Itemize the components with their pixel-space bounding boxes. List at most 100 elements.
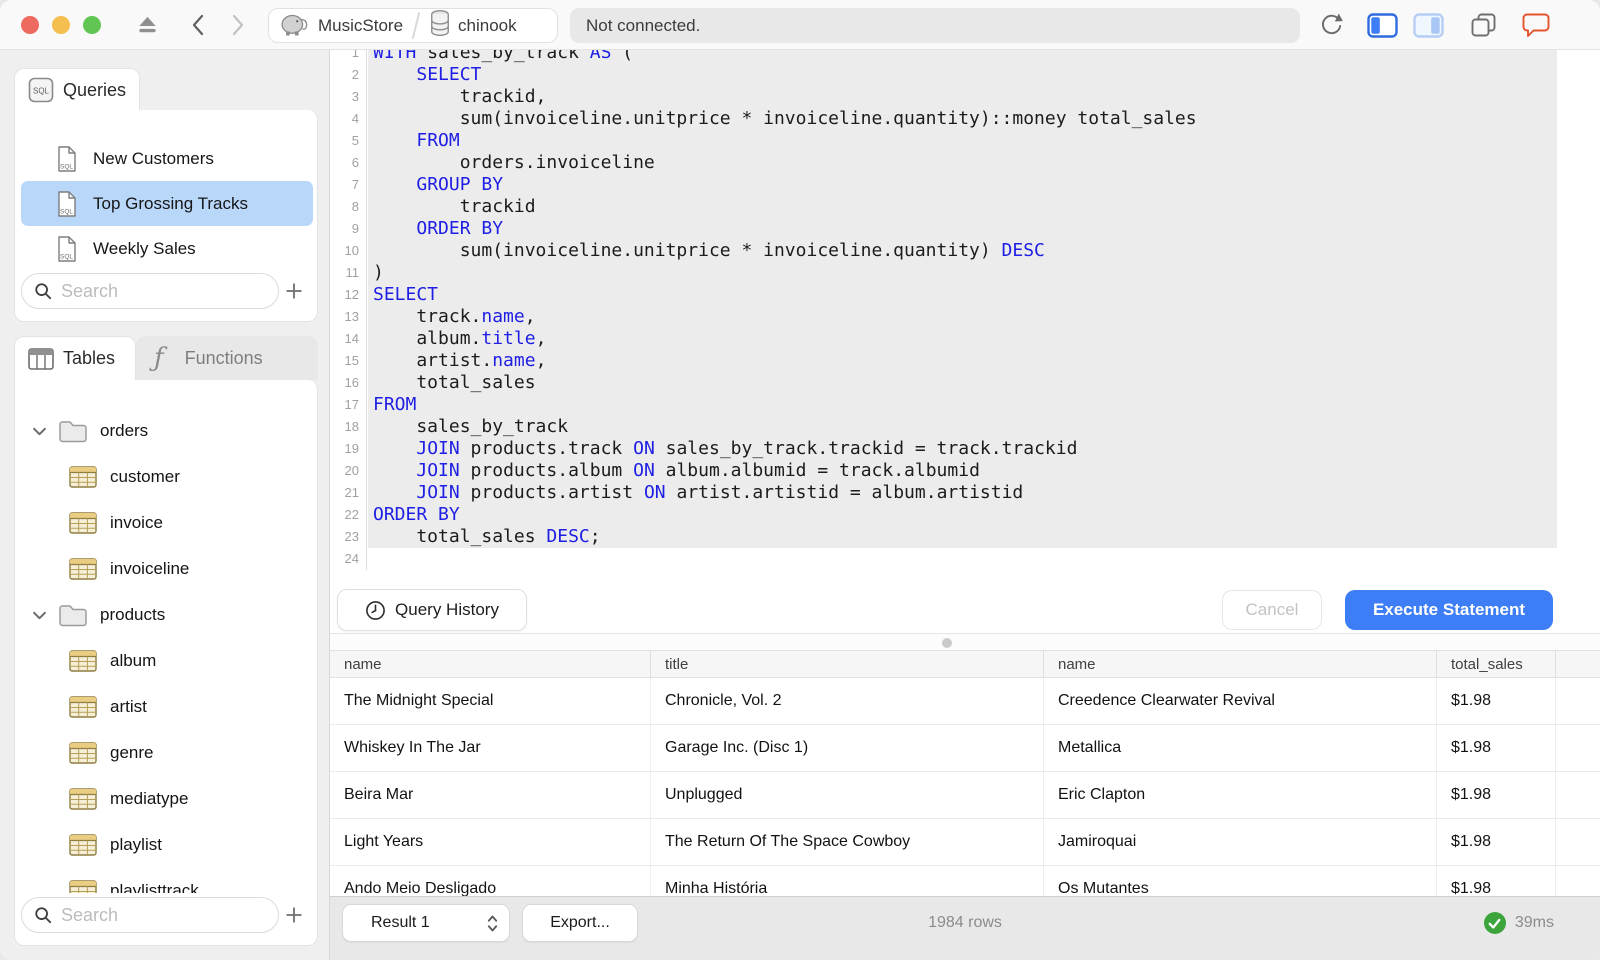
query-history-button[interactable]: Query History: [337, 589, 527, 631]
result-selector[interactable]: Result 1: [342, 904, 510, 942]
table-row[interactable]: Whiskey In The Jar Garage Inc. (Disc 1) Me…: [330, 725, 1600, 772]
clock-icon: [366, 600, 385, 620]
table-cell: The Midnight Special: [330, 678, 651, 724]
toggle-left-sidebar-button[interactable]: [1366, 0, 1398, 50]
results-statusbar: 1984 rows Result 1 Export... 39ms: [330, 896, 1600, 960]
back-button[interactable]: [186, 0, 210, 50]
schema-folder-row[interactable]: orders: [15, 408, 317, 454]
table-icon: [69, 696, 97, 718]
table-cell: Beira Mar: [330, 772, 651, 818]
sql-badge-icon: SQL: [28, 77, 54, 103]
table-cell: Garage Inc. (Disc 1): [651, 725, 1044, 771]
query-list-item[interactable]: SQL Top Grossing Tracks: [21, 181, 313, 226]
table-cell: Minha História: [651, 866, 1044, 896]
query-list-item[interactable]: SQL New Customers: [21, 136, 313, 181]
cancel-label: Cancel: [1245, 600, 1299, 619]
results-column-header[interactable]: [1556, 651, 1600, 677]
schema-table-row[interactable]: customer: [15, 454, 317, 500]
results-table: The Midnight Special Chronicle, Vol. 2 Cre…: [330, 678, 1600, 896]
tab-functions[interactable]: ƒ Functions: [136, 336, 318, 380]
table-icon: [69, 512, 97, 534]
table-cell: Light Years: [330, 819, 651, 865]
svg-text:SQL: SQL: [33, 87, 50, 96]
tab-tables[interactable]: Tables: [14, 336, 136, 380]
sql-editor[interactable]: 1 2 3 4 5 6 7 8 9 10 11 12 13 14 15 16 17 18 19 20 21 22 23 24 …: [330, 0, 1600, 585]
eject-icon[interactable]: [134, 0, 160, 50]
tab-queries[interactable]: SQL Queries: [14, 68, 140, 111]
results-column-header[interactable]: title: [651, 651, 1044, 677]
schema-search-input[interactable]: Search: [21, 897, 279, 933]
schema-folder-row[interactable]: products: [15, 592, 317, 638]
duration-label: 39ms: [1514, 914, 1554, 931]
schema-table-row[interactable]: playlist: [15, 822, 317, 868]
result-selector-label: Result 1: [371, 914, 430, 931]
table-row[interactable]: Ando Meio Desligado Minha História Os Muta…: [330, 866, 1600, 896]
svg-text:SQL: SQL: [60, 163, 73, 170]
results-column-header[interactable]: total_sales: [1437, 651, 1556, 677]
breadcrumb-database[interactable]: chinook: [429, 9, 517, 42]
table-row[interactable]: Beira Mar Unplugged Eric Clapton $1.98: [330, 772, 1600, 819]
table-cell: $1.98: [1437, 866, 1556, 896]
sql-file-icon: SQL: [58, 145, 76, 172]
svg-text:SQL: SQL: [60, 208, 73, 215]
table-cell: Creedence Clearwater Revival: [1044, 678, 1437, 724]
toggle-right-sidebar-button[interactable]: [1412, 0, 1444, 50]
windows-button[interactable]: [1468, 0, 1498, 50]
table-cell: [1556, 866, 1600, 896]
schema-table-name: artist: [110, 697, 147, 716]
editor-action-row: Query History Cancel Execute Statement: [330, 585, 1600, 633]
schema-table-name: invoice: [110, 513, 163, 532]
splitter-handle-icon[interactable]: [942, 638, 952, 648]
schema-folder-name: orders: [100, 421, 149, 440]
editor-results-splitter[interactable]: [330, 633, 1600, 650]
table-icon: [69, 558, 97, 580]
schema-table-row[interactable]: invoiceline: [15, 546, 317, 592]
table-cell: Eric Clapton: [1044, 772, 1437, 818]
table-cell: Whiskey In The Jar: [330, 725, 651, 771]
schema-table-row[interactable]: mediatype: [15, 776, 317, 822]
schema-panel: orders customer invoice invoiceline prod…: [14, 380, 318, 946]
export-button[interactable]: Export...: [522, 904, 638, 942]
tab-tables-label: Tables: [63, 348, 116, 368]
row-count: 1984 rows: [928, 914, 1002, 931]
table-row[interactable]: Light Years The Return Of The Space Cowbo…: [330, 819, 1600, 866]
sidebar: SQL Queries SQL New Customers SQL Top Gr…: [0, 50, 330, 960]
queries-panel: SQL New Customers SQL Top Grossing Track…: [14, 110, 318, 322]
connection-status-text: Not connected.: [586, 15, 701, 35]
close-window-button[interactable]: [21, 16, 39, 34]
export-label: Export...: [550, 914, 610, 931]
table-cell: Chronicle, Vol. 2: [651, 678, 1044, 724]
breadcrumb-connection[interactable]: MusicStore: [279, 10, 403, 42]
folder-icon: [59, 421, 87, 443]
sql-code-area[interactable]: WITH sales_by_track AS ( SELECT trackid,…: [368, 42, 1600, 570]
tab-functions-label: Functions: [184, 347, 263, 368]
table-cell: [1556, 819, 1600, 865]
forward-button[interactable]: [226, 0, 250, 50]
table-icon: [69, 742, 97, 764]
add-query-button[interactable]: [279, 273, 309, 309]
cancel-button[interactable]: Cancel: [1222, 590, 1322, 630]
sql-file-icon: SQL: [58, 190, 76, 217]
queries-search-input[interactable]: Search: [21, 273, 279, 309]
refresh-button[interactable]: [1316, 0, 1346, 50]
results-column-header[interactable]: name: [1044, 651, 1437, 677]
query-list: SQL New Customers SQL Top Grossing Track…: [21, 136, 313, 271]
table-row[interactable]: The Midnight Special Chronicle, Vol. 2 Cre…: [330, 678, 1600, 725]
query-list-item[interactable]: SQL Weekly Sales: [21, 226, 313, 271]
schema-table-row[interactable]: album: [15, 638, 317, 684]
schema-table-row[interactable]: artist: [15, 684, 317, 730]
execute-statement-button[interactable]: Execute Statement: [1345, 590, 1553, 630]
add-table-button[interactable]: [279, 897, 309, 933]
success-check-icon: [1483, 912, 1506, 934]
execute-statement-label: Execute Statement: [1372, 600, 1526, 619]
schema-table-row[interactable]: genre: [15, 730, 317, 776]
results-column-header[interactable]: name: [330, 651, 651, 677]
table-cell: Metallica: [1044, 725, 1437, 771]
chevron-down-icon: [33, 427, 46, 435]
feedback-bubble-icon[interactable]: [1520, 0, 1552, 50]
table-cell: [1556, 772, 1600, 818]
schema-search-row: Search: [15, 893, 317, 937]
zoom-window-button[interactable]: [83, 16, 101, 34]
minimize-window-button[interactable]: [52, 16, 70, 34]
schema-table-row[interactable]: invoice: [15, 500, 317, 546]
